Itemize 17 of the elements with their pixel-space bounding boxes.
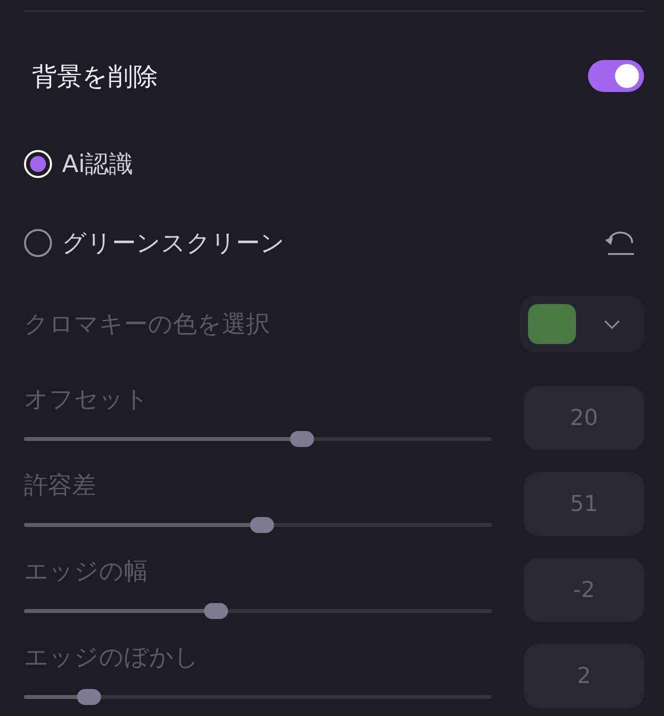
color-dropdown[interactable] [520, 296, 644, 352]
slider-track[interactable] [24, 689, 492, 705]
setting-label: クロマキーの色を選択 [24, 310, 270, 338]
radio-label[interactable]: グリーンスクリーン [62, 227, 285, 259]
radio-label[interactable]: Ai認識 [62, 148, 134, 180]
reset-icon[interactable] [604, 230, 636, 256]
slider-track[interactable] [24, 603, 492, 619]
radio-button[interactable] [24, 229, 52, 257]
slider-track[interactable] [24, 517, 492, 533]
section-title: 背景を削除 [31, 60, 158, 92]
chevron-down-icon [604, 320, 620, 328]
setting-label: 許容差 [24, 471, 96, 499]
setting-label: エッジの幅 [24, 557, 148, 585]
setting-label: オフセット [24, 385, 149, 413]
slider-track[interactable] [24, 431, 492, 447]
setting-label: エッジのぼかし [24, 643, 199, 671]
toggle-switch[interactable] [588, 60, 644, 92]
